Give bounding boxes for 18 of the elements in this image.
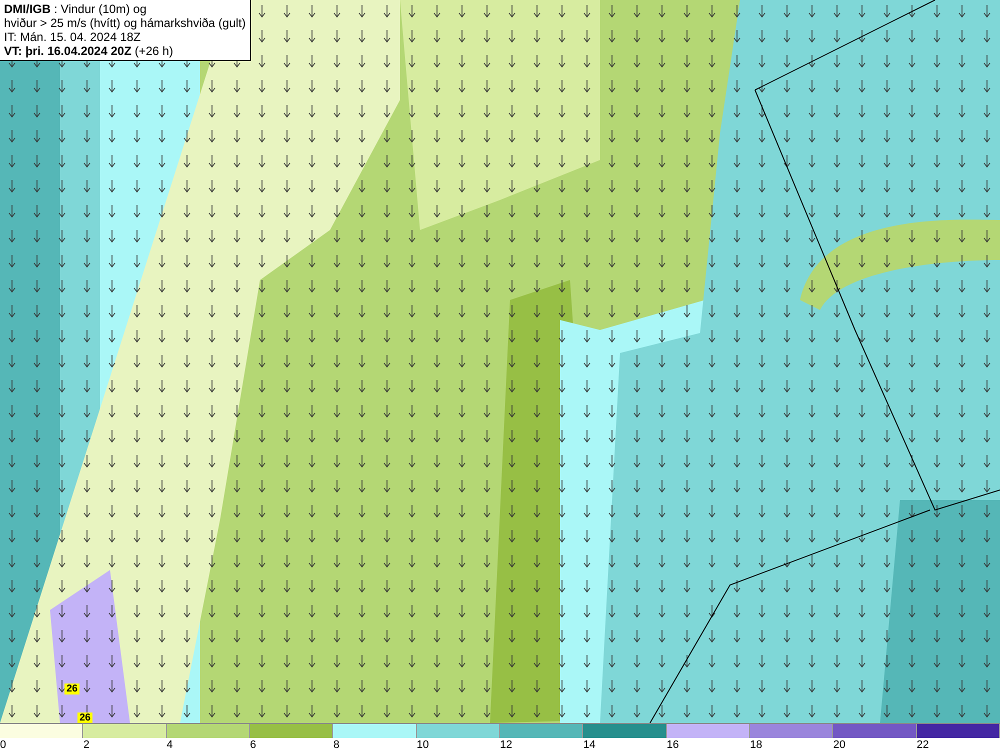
legend-tick: 18 bbox=[750, 739, 762, 751]
gust-value: 26 bbox=[64, 684, 80, 694]
legend-tick: 10 bbox=[416, 739, 429, 751]
legend-tick: 14 bbox=[583, 739, 596, 751]
legend-tick: 4 bbox=[166, 739, 173, 751]
title-line: DMI/IGB : Vindur (10m) og bbox=[4, 2, 148, 16]
legend-tick: 22 bbox=[916, 739, 929, 751]
gust-value: 26 bbox=[77, 712, 93, 723]
legend-tick: 6 bbox=[250, 739, 256, 751]
legend-tick: 16 bbox=[666, 739, 679, 751]
legend-tick: 12 bbox=[500, 739, 512, 751]
title-line: IT: Mán. 15. 04. 2024 18Z bbox=[4, 30, 142, 44]
legend-tick: 0 bbox=[0, 739, 6, 751]
title-line: hviður > 25 m/s (hvítt) og hámarkshviða (gult) bbox=[4, 16, 246, 30]
legend-tick: 2 bbox=[83, 739, 90, 751]
legend-tick: 8 bbox=[333, 739, 340, 751]
legend-tick: 20 bbox=[833, 739, 846, 751]
title-line: VT: þri. 16.04.2024 20Z (+26 h) bbox=[4, 44, 174, 58]
